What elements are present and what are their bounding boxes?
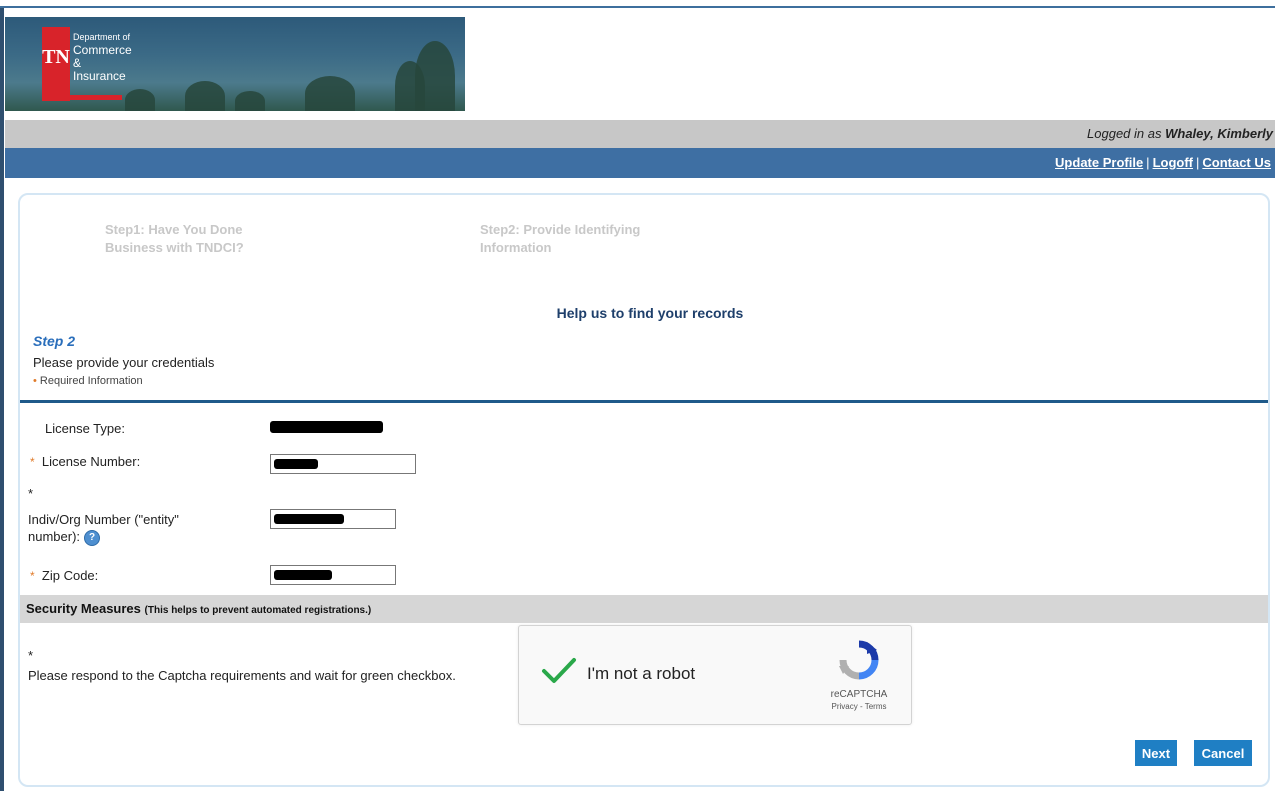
entity-number-label: Indiv/Org Number ("entity" number): [28,512,179,544]
captcha-required: * [28,648,34,663]
step-label: Step 2 [33,333,76,349]
nav-bar: Update Profile | Logoff | Contact Us [5,148,1275,178]
checkmark-icon[interactable] [541,656,577,686]
recaptcha-icon [839,640,879,680]
cancel-button[interactable]: Cancel [1194,740,1252,766]
instruction-text: Please provide your credentials [33,355,215,370]
update-profile-link[interactable]: Update Profile [1055,155,1143,170]
user-status-bar: Logged in as Whaley, Kimberly [5,120,1275,148]
logoff-link[interactable]: Logoff [1153,155,1193,170]
recaptcha-widget[interactable]: I'm not a robot reCAPTCHA Privacy - Term… [518,625,912,725]
license-type-label: License Type: [45,421,125,436]
entity-number-label-row: Indiv/Org Number ("entity" number):? [28,511,228,546]
department-logo[interactable]: TN Department of Commerce & Insurance [42,27,132,101]
recaptcha-logo: reCAPTCHA Privacy - Terms [819,640,899,711]
captcha-instruction: Please respond to the Captcha requiremen… [28,668,456,683]
main-panel: Step1: Have You Done Business with TNDCI… [18,193,1270,787]
logged-in-text: Logged in as Whaley, Kimberly [1087,126,1273,141]
recaptcha-brand: reCAPTCHA [830,689,888,700]
info-icon[interactable]: ? [84,529,101,546]
required-note: • Required Information [33,375,143,387]
logo-line3: Insurance [73,69,126,83]
logged-in-user: Whaley, Kimberly [1165,126,1273,141]
security-subtitle: (This helps to prevent automated registr… [144,605,372,616]
section-divider [20,400,1268,403]
zip-code-label: Zip Code: [41,568,99,583]
zip-code-label-row: * Zip Code: [30,568,99,583]
recaptcha-label: I'm not a robot [587,664,696,683]
entity-number-required: * [28,486,34,501]
contact-us-link[interactable]: Contact Us [1202,155,1271,170]
top-border [0,0,1275,8]
logo-line2: Commerce & [73,43,132,70]
header-banner: TN Department of Commerce & Insurance [5,17,465,111]
next-button[interactable]: Next [1135,740,1177,766]
page-title: Help us to find your records [556,305,744,321]
license-number-label-row: * License Number: [30,454,141,469]
license-number-input[interactable] [270,454,416,474]
security-measures-bar: Security Measures (This helps to prevent… [20,595,1268,623]
zip-code-input[interactable] [270,565,396,585]
left-edge [0,8,4,791]
license-type-value-redacted [270,421,383,433]
logo-tn: TN [42,27,70,101]
entity-number-input[interactable] [270,509,396,529]
step2-tab[interactable]: Step2: Provide Identifying Information [480,221,680,257]
security-title: Security Measures [26,601,141,616]
recaptcha-privacy-terms[interactable]: Privacy - Terms [819,702,899,711]
step1-tab[interactable]: Step1: Have You Done Business with TNDCI… [105,221,285,257]
license-number-label: License Number: [41,454,141,469]
